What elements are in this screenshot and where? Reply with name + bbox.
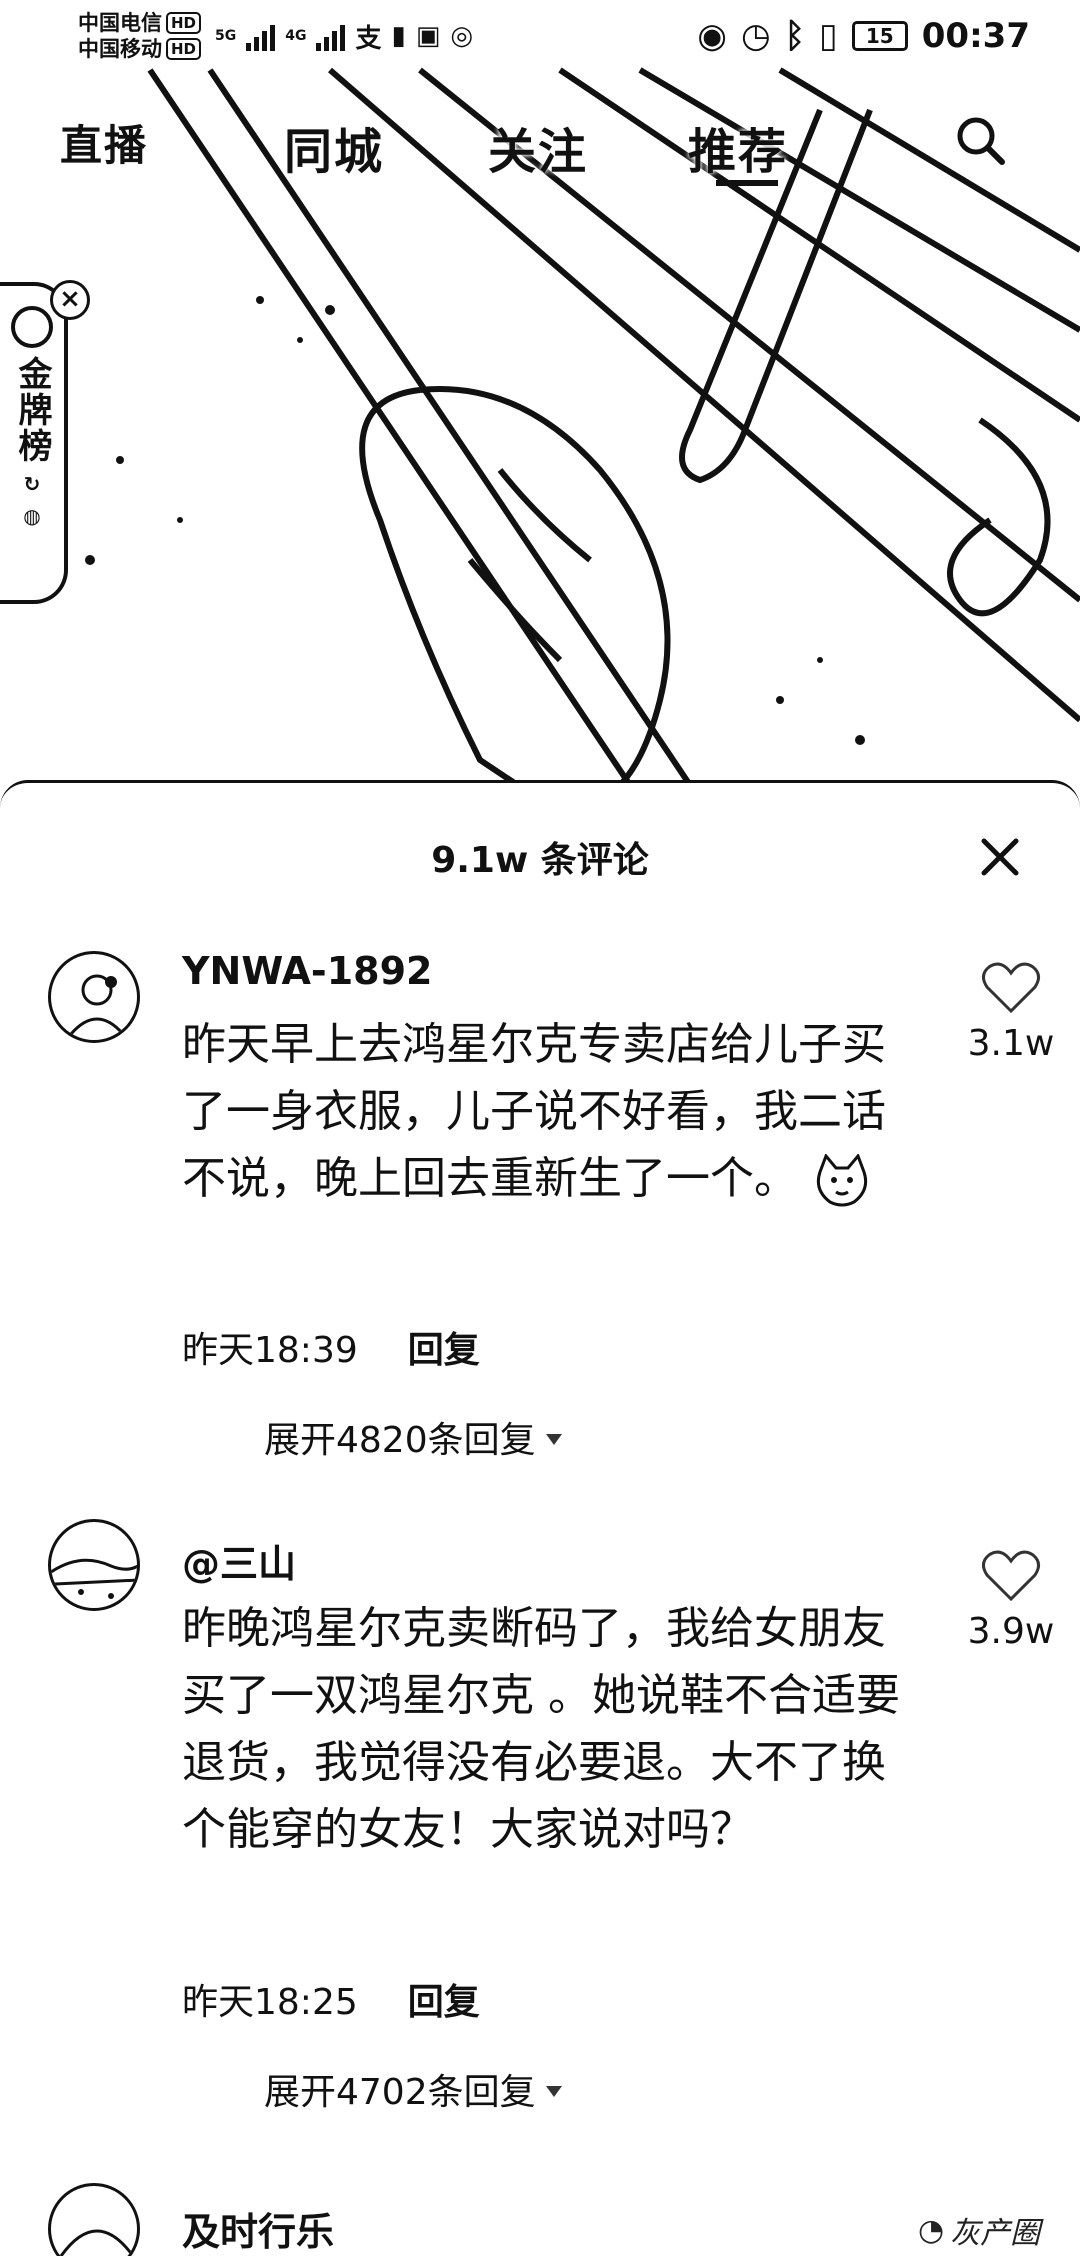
- tab-nearby[interactable]: 同城: [284, 112, 384, 182]
- expand-replies-label: 展开4820条回复: [264, 1420, 536, 1461]
- carrier-info: 中国电信 HD 中国移动 HD: [78, 10, 202, 62]
- badge-close-icon[interactable]: ×: [50, 280, 90, 320]
- wechat-icon: ◔: [918, 2212, 945, 2248]
- comment-text-content: 昨天早上去鸿星尔克专卖店给儿子买了一身衣服，儿子说不好看，我二话不说，晚上回去重…: [182, 1019, 886, 1204]
- tab-following[interactable]: 关注: [488, 112, 588, 182]
- network-4g: 4G: [285, 28, 307, 44]
- network-5g: 5G: [215, 28, 237, 44]
- status-icons: 5G 4G 支 ▮ ▣ ◎: [215, 18, 473, 55]
- battery-icon: 15: [851, 21, 908, 51]
- comment-text: 昨晚鸿星尔克卖断码了，我给女朋友买了一双鸿星尔克 。她说鞋不合适要退货，我觉得没…: [182, 1603, 900, 1855]
- signal-icon: [246, 21, 276, 51]
- avatar[interactable]: [48, 951, 140, 1043]
- expand-replies-button[interactable]: 展开4702条回复: [264, 2063, 562, 2115]
- alipay-icon: 支: [355, 23, 382, 54]
- reply-button[interactable]: 回复: [408, 1973, 480, 2025]
- close-icon[interactable]: [978, 835, 1022, 879]
- comment-username[interactable]: YNWA-1892: [182, 949, 432, 993]
- alarm-icon: ◷: [740, 16, 771, 56]
- avatar[interactable]: [48, 1519, 140, 1611]
- status-bar-right: ◉ ◷ ᛒ ▯ 15 00:37: [697, 16, 1030, 56]
- like-button[interactable]: 3.9w: [956, 1549, 1066, 1652]
- top-nav: 直播 同城 关注 推荐: [0, 100, 1080, 190]
- expand-replies-label: 展开4702条回复: [264, 2072, 536, 2113]
- comment-meta: 昨天18:39 回复: [182, 1321, 480, 1373]
- watermark: ◔ 灰产圈: [918, 2208, 1040, 2252]
- avatar[interactable]: [48, 2183, 140, 2256]
- avatar-image: [59, 2229, 135, 2256]
- comment-username[interactable]: @三山: [182, 1533, 296, 1588]
- comment-text: 昨天早上去鸿星尔克专卖店给儿子买了一身衣服，儿子说不好看，我二话不说，晚上回去重…: [182, 1011, 912, 1212]
- avatar-image: [69, 974, 125, 1035]
- chevron-down-icon: [545, 2085, 562, 2097]
- eye-icon: ◉: [697, 16, 727, 56]
- carrier-2-name: 中国移动: [78, 37, 162, 61]
- search-icon[interactable]: [952, 112, 1008, 168]
- badge-label: 金牌榜: [12, 356, 52, 464]
- refresh-icon: ↻: [23, 472, 41, 496]
- like-count: 3.9w: [967, 1611, 1055, 1652]
- vibrate-icon: ▯: [819, 16, 838, 56]
- hd-badge: HD: [166, 38, 202, 60]
- tab-live[interactable]: 直播: [60, 112, 148, 173]
- avatar-image: [51, 1558, 137, 1599]
- watermark-text: 灰产圈: [950, 2216, 1041, 2251]
- doge-emoji-icon: [816, 1154, 868, 1207]
- tab-recommended[interactable]: 推荐: [688, 112, 788, 182]
- status-bar-left: 中国电信 HD 中国移动 HD 5G 4G 支 ▮ ▣ ◎: [78, 10, 473, 62]
- status-bar: 中国电信 HD 中国移动 HD 5G 4G 支 ▮ ▣ ◎ ◉ ◷ ᛒ ▯ 15…: [0, 0, 1080, 72]
- comments-title: 9.1w 条评论: [431, 840, 649, 881]
- expand-replies-button[interactable]: 展开4820条回复: [264, 1411, 562, 1463]
- network-type: 5G: [215, 29, 236, 43]
- gallery-icon: ▣: [415, 21, 441, 51]
- comment-time: 昨天18:39: [182, 1330, 358, 1371]
- comment-meta: 昨天18:25 回复: [182, 1973, 480, 2025]
- comment-username[interactable]: 及时行乐: [182, 2201, 334, 2256]
- carrier-2: 中国移动 HD: [78, 36, 202, 62]
- carrier-1-name: 中国电信: [78, 11, 162, 35]
- like-button[interactable]: 3.1w: [956, 961, 1066, 1064]
- like-count: 3.1w: [967, 1023, 1055, 1064]
- bluetooth-icon: ᛒ: [784, 16, 806, 56]
- clock: 00:37: [921, 16, 1030, 56]
- heart-icon: [982, 1550, 1040, 1602]
- reply-button[interactable]: 回复: [408, 1321, 480, 1373]
- badge-ring-icon: [11, 306, 53, 348]
- weibo-icon: ◎: [450, 21, 474, 51]
- signal-icon: [316, 21, 346, 51]
- active-tab-indicator: [716, 180, 778, 186]
- heart-icon: [982, 962, 1040, 1014]
- carrier-1: 中国电信 HD: [78, 10, 202, 36]
- profile-icon: ◍: [23, 504, 41, 528]
- notification-icon: ▮: [391, 21, 406, 51]
- comment-time: 昨天18:25: [182, 1982, 358, 2023]
- hd-badge: HD: [166, 12, 202, 34]
- chevron-down-icon: [545, 1433, 562, 1445]
- comments-sheet: 9.1w 条评论 YNWA-1892 昨天早上去鸿星尔克专卖店给儿子买了一身衣服…: [0, 780, 1080, 2256]
- gold-ranking-badge[interactable]: 金牌榜 ↻ ◍: [0, 282, 68, 604]
